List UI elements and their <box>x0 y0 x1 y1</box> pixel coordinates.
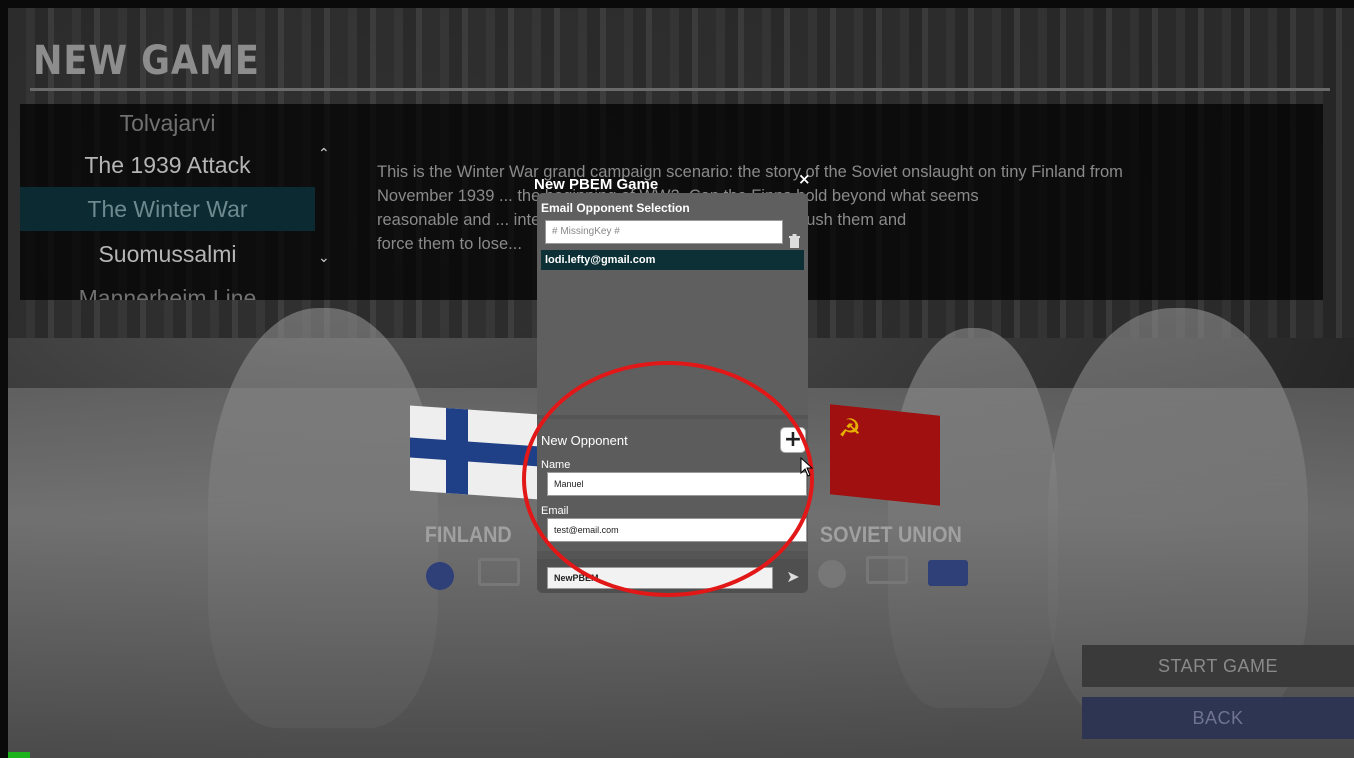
trash-icon[interactable] <box>788 233 801 248</box>
email-player-icon[interactable] <box>928 560 968 586</box>
background-soldier <box>888 328 1058 708</box>
faction-finland-label: FINLAND <box>424 522 512 547</box>
contact-list-item[interactable]: lodi.lefty@gmail.com <box>541 250 804 270</box>
computer-player-icon[interactable] <box>866 556 908 584</box>
soviet-flag: ☭ <box>830 404 940 506</box>
scenario-item[interactable]: Mannerheim Line <box>20 276 315 300</box>
status-indicator <box>8 752 30 758</box>
description-line: This is the Winter War grand campaign sc… <box>377 163 1123 181</box>
human-player-icon[interactable] <box>426 562 454 590</box>
finland-flag <box>410 405 540 500</box>
scenario-item[interactable]: Suomussalmi <box>20 232 315 276</box>
title-divider <box>30 88 1330 91</box>
red-highlight-circle <box>522 361 814 597</box>
scenario-list[interactable]: Tolvajarvi The 1939 Attack The Winter Wa… <box>20 104 320 300</box>
dialog-title: New PBEM Game <box>534 176 659 193</box>
scenario-item[interactable]: Tolvajarvi <box>20 104 315 145</box>
human-player-icon[interactable] <box>818 560 846 588</box>
search-input[interactable]: # MissingKey # <box>545 220 783 244</box>
send-icon[interactable]: ➤ <box>781 565 805 589</box>
back-button[interactable]: BACK <box>1082 697 1354 739</box>
background-soldier <box>208 308 438 728</box>
faction-soviet-label: SOVIET UNION <box>819 522 962 547</box>
scenario-item-selected[interactable]: The Winter War <box>20 187 315 231</box>
scenario-description: This is the Winter War grand campaign sc… <box>377 160 1297 256</box>
computer-player-icon[interactable] <box>478 558 520 586</box>
start-game-button[interactable]: START GAME <box>1082 645 1354 687</box>
mouse-cursor-icon <box>800 457 814 477</box>
description-line: reasonable and ... intervention? Or will… <box>377 211 907 229</box>
page-title: NEW GAME <box>33 38 260 84</box>
opponent-selection-title: Email Opponent Selection <box>541 201 690 215</box>
scenario-item[interactable]: The 1939 Attack <box>20 143 315 187</box>
description-line: force them to lose... <box>377 235 522 253</box>
description-line: November 1939 ... the beginning of WW2. … <box>377 187 979 205</box>
scroll-up-icon[interactable]: ⌃ <box>318 146 330 162</box>
close-icon[interactable]: × <box>798 170 811 188</box>
scroll-down-icon[interactable]: ⌄ <box>318 250 330 266</box>
